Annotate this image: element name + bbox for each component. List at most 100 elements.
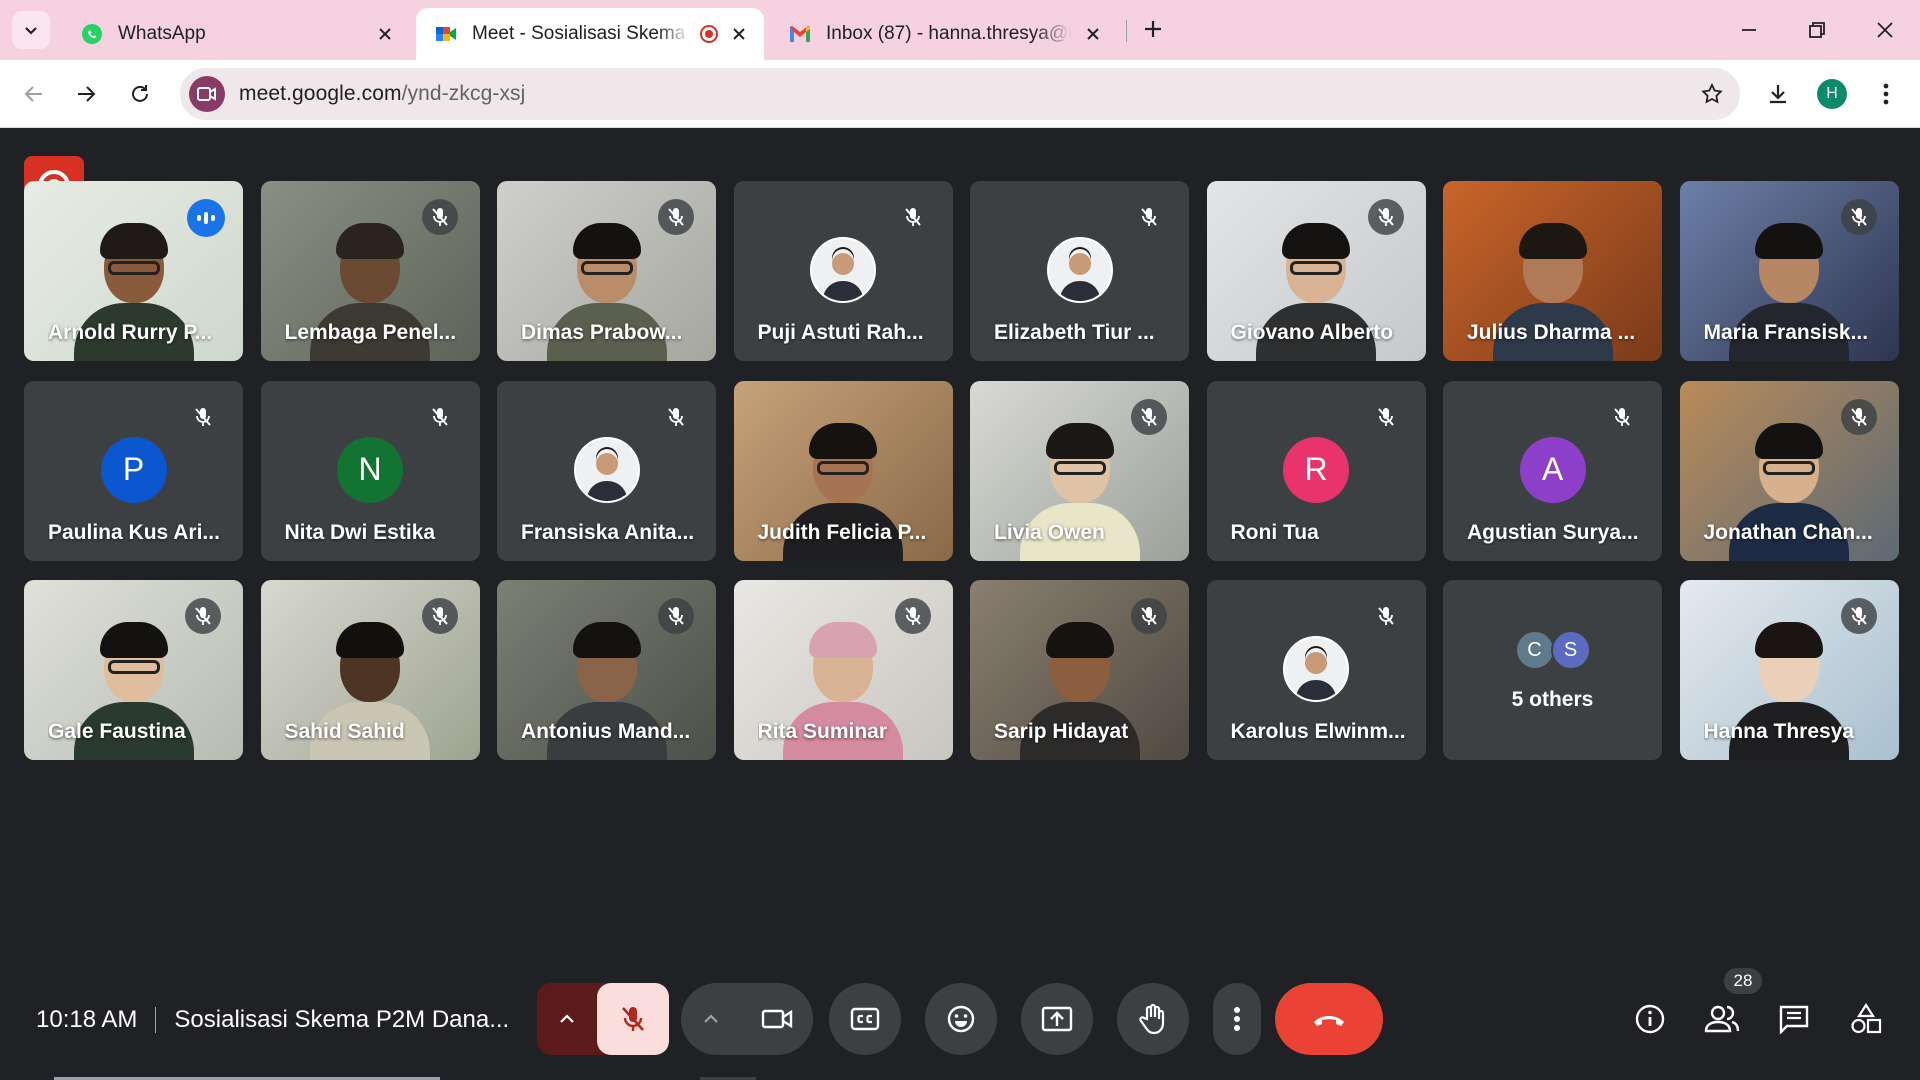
- restore-button[interactable]: [1794, 12, 1840, 48]
- avatar: [810, 237, 876, 303]
- forward-button[interactable]: [66, 74, 106, 114]
- site-info-icon[interactable]: [189, 76, 225, 112]
- mic-off-icon: [622, 1007, 644, 1031]
- close-tab-icon[interactable]: [374, 23, 396, 45]
- mic-control-group: [537, 983, 669, 1055]
- mic-off-icon: [1840, 199, 1877, 235]
- minimize-icon: [1742, 29, 1756, 31]
- chevron-up-icon: [560, 1014, 574, 1023]
- mic-off-icon: [1840, 598, 1877, 634]
- url-text[interactable]: meet.google.com/ynd-zkcg-xsj: [239, 82, 525, 106]
- gmail-icon: [788, 22, 812, 46]
- toggle-camera-button[interactable]: [741, 983, 813, 1055]
- participant-name: Judith Felicia P...: [757, 520, 927, 544]
- participant-name: Fransiska Anita...: [521, 520, 695, 544]
- raise-hand-icon: [1139, 1003, 1165, 1035]
- back-button[interactable]: [14, 74, 54, 114]
- participant-name: Hanna Thresya: [1703, 720, 1855, 743]
- participant-tile[interactable]: Lembaga Penel...: [260, 181, 480, 361]
- mic-off-icon: [1840, 398, 1877, 435]
- participant-tile[interactable]: Sarip Hidayat: [970, 580, 1189, 760]
- present-button[interactable]: [1021, 983, 1093, 1055]
- camera-control-group: [681, 983, 813, 1055]
- meeting-title[interactable]: Sosialisasi Skema P2M Dana...: [174, 1006, 509, 1034]
- participant-name: Sarip Hidayat: [994, 720, 1129, 743]
- participant-tile[interactable]: N Nita Dwi Estika: [260, 380, 480, 561]
- participant-name: Dimas Prabow...: [521, 321, 683, 344]
- participant-tile[interactable]: Judith Felicia P...: [733, 380, 953, 561]
- chat-button[interactable]: [1770, 995, 1818, 1043]
- participant-tile[interactable]: Julius Dharma ...: [1443, 181, 1662, 361]
- participant-name: Puji Astuti Rah...: [757, 321, 924, 344]
- participant-tile[interactable]: Karolus Elwinm...: [1206, 580, 1426, 760]
- participant-tile[interactable]: Giovano Alberto: [1206, 181, 1426, 361]
- people-button[interactable]: [1698, 995, 1746, 1043]
- tab-gmail[interactable]: Inbox (87) - hanna.thresya@unp: [770, 8, 1118, 60]
- audio-settings-button[interactable]: [537, 983, 597, 1055]
- activities-button[interactable]: [1842, 995, 1890, 1043]
- participant-name: Sahid Sahid: [284, 720, 405, 743]
- tab-google-meet[interactable]: Meet - Sosialisasi Skema P2: [416, 8, 764, 60]
- minimize-button[interactable]: [1726, 12, 1772, 48]
- close-window-button[interactable]: [1862, 12, 1908, 48]
- reload-button[interactable]: [120, 74, 160, 114]
- participant-tile[interactable]: R Roni Tua: [1206, 380, 1426, 561]
- participant-tile[interactable]: Rita Suminar: [733, 580, 953, 760]
- participant-tile[interactable]: Arnold Rurry P...: [24, 181, 243, 361]
- participant-name: Paulina Kus Ari...: [48, 520, 220, 544]
- video-settings-button[interactable]: [681, 983, 741, 1055]
- emoji-icon: [947, 1005, 975, 1033]
- participant-tile[interactable]: Dimas Prabow...: [497, 181, 716, 361]
- participant-tile[interactable]: A Agustian Surya...: [1443, 380, 1662, 561]
- participant-name: Elizabeth Tiur ...: [994, 321, 1155, 344]
- url-host: meet.google.com: [239, 82, 402, 105]
- leave-call-button[interactable]: [1275, 983, 1383, 1055]
- more-options-button[interactable]: [1213, 983, 1261, 1055]
- avatar: [1283, 636, 1349, 702]
- whatsapp-icon: [80, 22, 104, 46]
- mic-off-icon: [658, 398, 694, 435]
- new-tab-button[interactable]: [1136, 12, 1170, 46]
- mic-off-icon: [658, 598, 694, 634]
- participant-tile[interactable]: P Paulina Kus Ari...: [24, 380, 243, 561]
- bookmark-star-icon[interactable]: [1698, 80, 1726, 108]
- avatar: [1046, 237, 1113, 303]
- profile-button[interactable]: H: [1812, 74, 1852, 114]
- participant-name: Gale Faustina: [48, 720, 186, 743]
- mic-off-icon: [894, 199, 931, 235]
- avatar: [573, 436, 640, 503]
- participant-tile[interactable]: Antonius Mand...: [497, 580, 716, 760]
- participant-name: Jonathan Chan...: [1703, 520, 1873, 544]
- participant-tile[interactable]: Sahid Sahid: [260, 580, 480, 760]
- recording-indicator-icon: [700, 25, 718, 43]
- address-bar[interactable]: meet.google.com/ynd-zkcg-xsj: [180, 68, 1740, 120]
- tab-search-button[interactable]: [12, 11, 50, 49]
- mic-off-icon: [1131, 598, 1167, 634]
- others-tile[interactable]: CS 5 others: [1443, 580, 1662, 760]
- tab-divider: [1126, 20, 1127, 42]
- participant-tile[interactable]: Fransiska Anita...: [497, 380, 716, 561]
- participant-tile[interactable]: Hanna Thresya: [1679, 580, 1899, 760]
- browser-tab-strip: WhatsApp Meet - Sosialisasi Skema P2 Inb…: [0, 0, 1920, 60]
- downloads-button[interactable]: [1758, 74, 1798, 114]
- toggle-mic-button[interactable]: [597, 983, 669, 1055]
- participant-tile[interactable]: Puji Astuti Rah...: [733, 181, 953, 361]
- avatar: S: [1550, 630, 1591, 670]
- reactions-button[interactable]: [925, 983, 997, 1055]
- participant-tile[interactable]: Maria Fransisk...: [1679, 181, 1899, 361]
- browser-toolbar: meet.google.com/ynd-zkcg-xsj H: [0, 60, 1920, 128]
- participant-tile[interactable]: Elizabeth Tiur ...: [970, 181, 1189, 361]
- captions-button[interactable]: [829, 983, 901, 1055]
- tab-whatsapp[interactable]: WhatsApp: [62, 8, 410, 60]
- browser-menu-button[interactable]: [1866, 74, 1906, 114]
- meeting-details-button[interactable]: [1626, 995, 1674, 1043]
- participant-name: Antonius Mand...: [521, 720, 691, 743]
- close-tab-icon[interactable]: [1082, 23, 1104, 45]
- raise-hand-button[interactable]: [1117, 983, 1189, 1055]
- participant-tile[interactable]: Livia Owen: [970, 380, 1189, 561]
- participant-tile[interactable]: Jonathan Chan...: [1679, 380, 1899, 561]
- tab-title: WhatsApp: [118, 23, 206, 44]
- participant-tile[interactable]: Gale Faustina: [24, 580, 243, 760]
- close-tab-icon[interactable]: [728, 23, 750, 45]
- participant-name: Maria Fransisk...: [1703, 321, 1869, 344]
